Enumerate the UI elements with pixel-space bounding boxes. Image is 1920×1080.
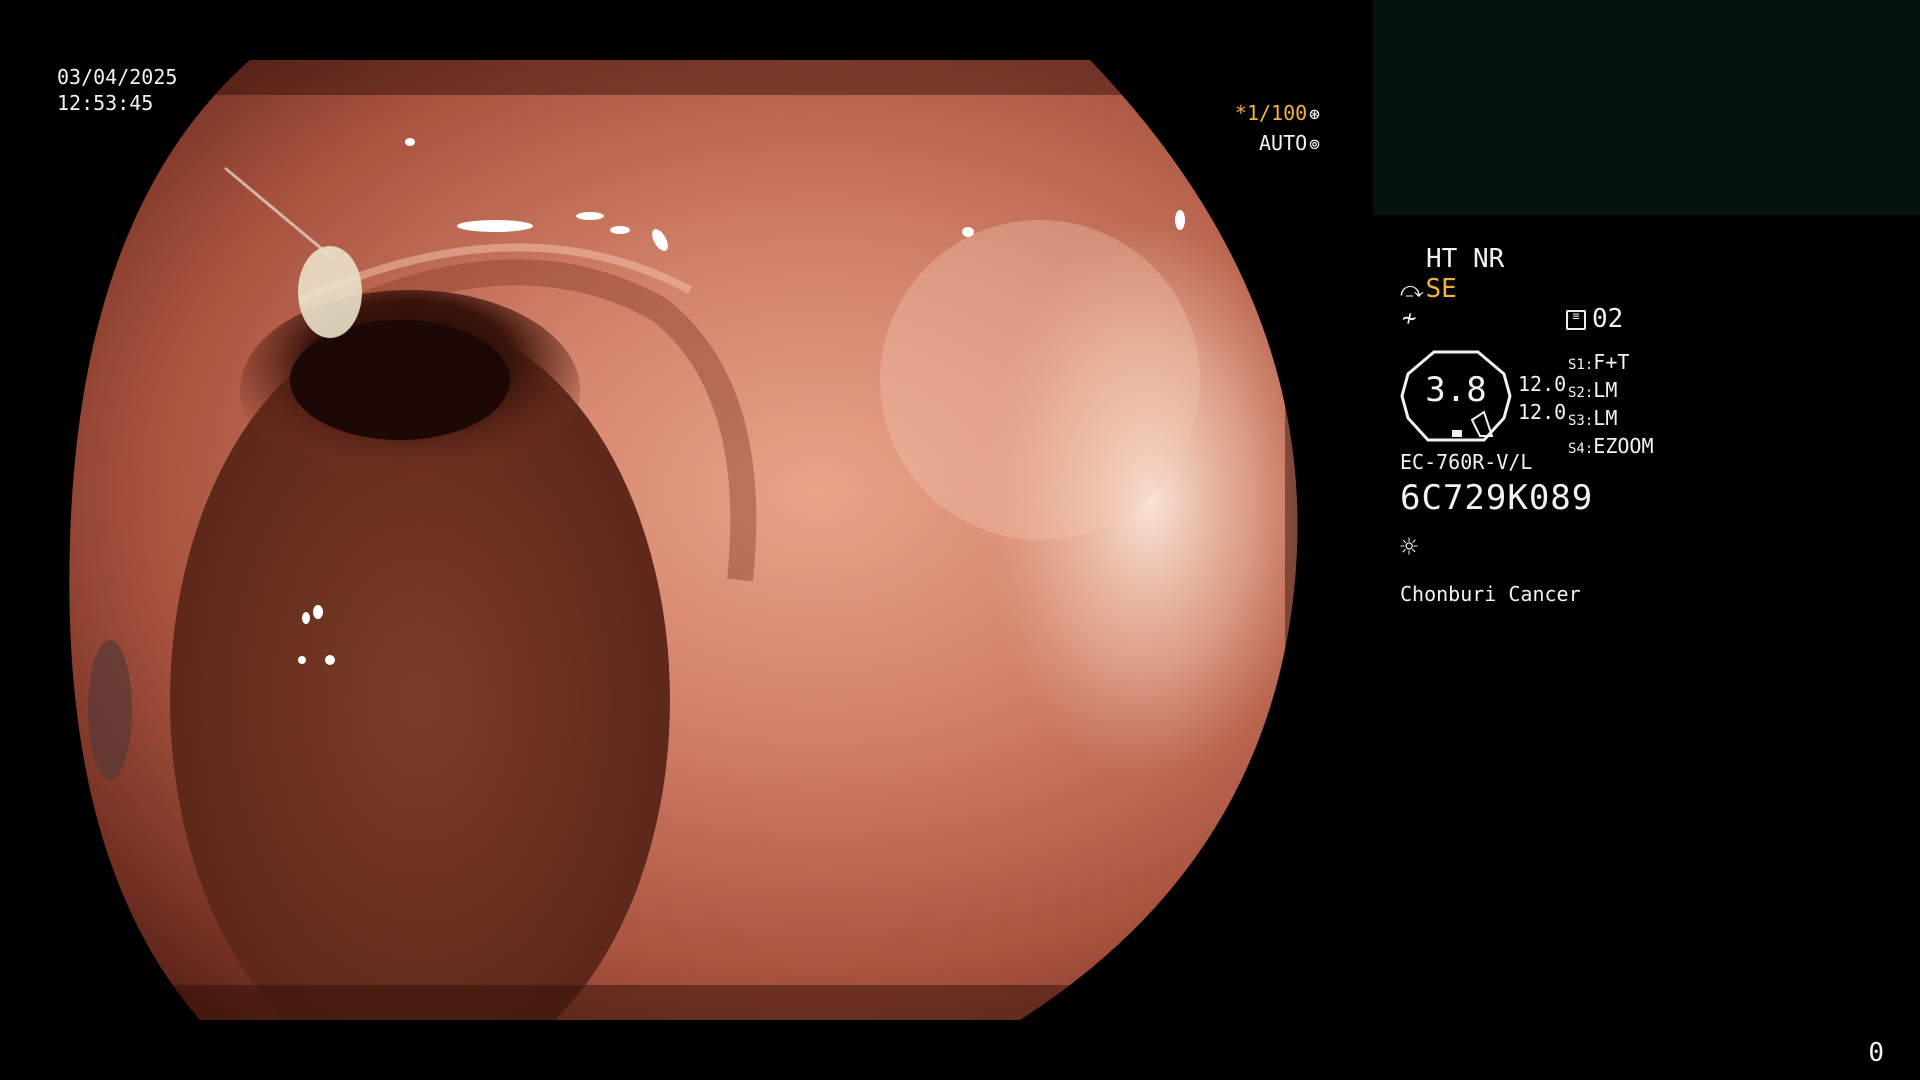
switch-value: EZOOM xyxy=(1593,434,1654,458)
zoom-gauge: 3.8 xyxy=(1400,350,1512,442)
preset-icon: ≡ xyxy=(1566,309,1586,330)
time-text: 12:53:45 xyxy=(57,91,154,115)
switch-key: S2: xyxy=(1568,385,1594,401)
info-panel: HT NR ⤼SE ≁ ≡ 02 3.8 12.0 12.0 S1:F+T S2:… xyxy=(1400,240,1900,640)
preset-row: ≡ 02 xyxy=(1566,304,1623,334)
switch-key: S1: xyxy=(1568,357,1594,373)
shutter-speed: *1/100 xyxy=(1234,101,1308,125)
zoom-value: 3.8 xyxy=(1425,370,1487,410)
shutter-row: *1/100 ⊛ xyxy=(1190,99,1320,129)
switch-s3: S3:LM xyxy=(1568,406,1654,434)
value-1: 12.0 xyxy=(1518,372,1567,396)
switch-value: F+T xyxy=(1593,350,1630,374)
image-counter: 0 xyxy=(1868,1038,1884,1068)
shutter-status: *1/100 ⊛ AUTO ⊚ xyxy=(1190,99,1320,159)
endoscope-image xyxy=(0,60,1320,1020)
iris-row: AUTO ⊚ xyxy=(1190,129,1320,159)
switch-s1: S1:F+T xyxy=(1568,350,1654,378)
hospital-name: Chonburi Cancer xyxy=(1400,582,1581,606)
scope-model: EC-760R-V/L xyxy=(1400,450,1533,474)
se-label: SE xyxy=(1425,274,1457,304)
switch-s2: S2:LM xyxy=(1568,378,1654,406)
value-2: 12.0 xyxy=(1518,400,1567,424)
thumbnail-panel xyxy=(1373,0,1920,215)
sun-icon: ☼ xyxy=(1400,530,1419,565)
iris-icon: ⊚ xyxy=(1309,134,1320,155)
contrast-icon: ≁ xyxy=(1402,304,1417,332)
preset-value: 02 xyxy=(1592,304,1624,334)
date-text: 03/04/2025 xyxy=(57,65,178,89)
aperture-icon: ⊛ xyxy=(1309,104,1320,125)
switch-key: S3: xyxy=(1568,413,1594,429)
switch-list: S1:F+T S2:LM S3:LM S4:EZOOM xyxy=(1568,350,1654,462)
date-time: 03/04/2025 12:53:45 xyxy=(57,64,177,116)
structure-enhancement-row: ⤼SE xyxy=(1400,274,1457,304)
colon-lumen-image xyxy=(69,60,1298,1020)
enhancement-icon: ⤼ xyxy=(1400,278,1424,303)
serial-number: 6C729K089 xyxy=(1400,478,1594,518)
mode-indicators: HT NR xyxy=(1426,244,1505,274)
switch-value: LM xyxy=(1593,406,1618,430)
switch-value: LM xyxy=(1593,378,1618,402)
iris-mode: AUTO xyxy=(1258,131,1308,155)
value-column: 12.0 12.0 xyxy=(1518,370,1566,426)
switch-key: S4: xyxy=(1568,441,1594,457)
switch-s4: S4:EZOOM xyxy=(1568,434,1654,462)
